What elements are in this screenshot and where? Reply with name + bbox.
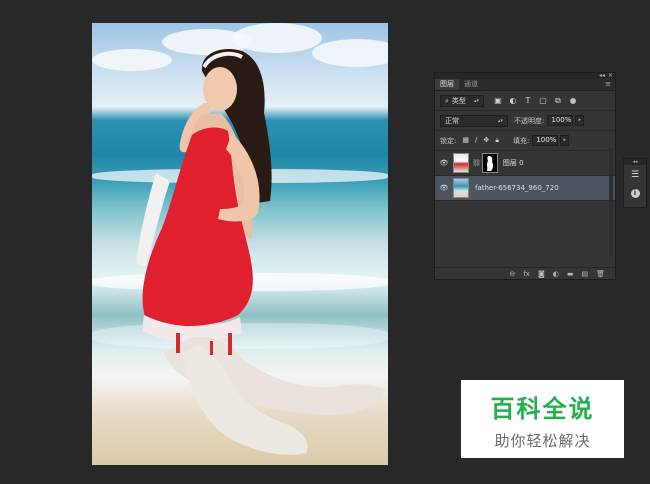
layer-name[interactable]: 图层 0 — [503, 158, 524, 168]
tab-layers[interactable]: 图层 — [435, 79, 459, 90]
layer-mask-thumbnail[interactable] — [481, 153, 498, 173]
filter-row: ⌕ 类型 ▴▾ ▣ ◐ T ▢ ⧉ — [435, 91, 615, 110]
lock-move-icon[interactable]: ✥ — [483, 136, 489, 145]
blend-mode-select[interactable]: 正常 ▴▾ — [440, 114, 508, 127]
watermark: 百科全说 助你轻松解决 — [461, 380, 624, 458]
blend-mode-value: 正常 — [445, 116, 459, 125]
opacity-field[interactable]: 100% — [547, 115, 574, 126]
properties-panel-icon[interactable]: ☰ — [624, 165, 646, 184]
group-icon[interactable]: ▬ — [567, 270, 574, 278]
mask-silhouette — [486, 156, 493, 171]
filter-kind-label: 类型 — [451, 96, 466, 105]
info-panel-icon[interactable]: i — [624, 184, 646, 203]
pixel-filter-icon[interactable]: ▣ — [494, 96, 502, 105]
filter-kind-select[interactable]: ⌕ 类型 ▴▾ — [440, 94, 484, 107]
link-icon[interactable]: ⊖ — [509, 270, 515, 278]
model-figure — [136, 49, 384, 455]
layer-row[interactable]: 👁︎ father-656734_960_720 — [435, 176, 615, 201]
lock-icons: ▦ ∕ ✥ 🔒︎ — [462, 136, 499, 145]
layer-row[interactable]: 👁︎ ⛓︎ 图层 0 — [435, 151, 615, 176]
layer-thumbnail — [453, 178, 469, 198]
lock-row: 锁定: ▦ ∕ ✥ 🔒︎ 填充: 100% ▸ — [435, 131, 615, 150]
mask-icon[interactable]: ◙ — [538, 270, 545, 278]
smart-object-filter-icon[interactable]: ⧉ — [554, 96, 562, 105]
layers-scrollbar[interactable] — [609, 148, 613, 256]
close-icon[interactable]: ✕ — [608, 72, 613, 79]
filter-icons: ▣ ◐ T ▢ ⧉ — [494, 96, 562, 106]
fx-icon[interactable]: fx — [523, 270, 530, 278]
layer-thumbnail — [453, 153, 469, 173]
chevron-down-icon: ▴▾ — [497, 117, 503, 124]
trash-icon[interactable]: 🗑︎ — [596, 270, 605, 278]
panel-menu-icon[interactable]: ≡ — [601, 79, 615, 90]
eye-icon[interactable]: 👁︎ — [435, 184, 453, 192]
opacity-label: 不透明度: — [514, 116, 545, 125]
watermark-tagline: 助你轻松解决 — [494, 432, 591, 450]
lock-transparent-icon[interactable]: ▦ — [462, 136, 469, 145]
fill-label: 填充: — [512, 136, 530, 145]
shape-filter-icon[interactable]: ▢ — [539, 96, 547, 105]
watermark-logo: 百科全说 — [461, 394, 624, 423]
tab-channels[interactable]: 通道 — [459, 79, 483, 90]
panel-footer: ⊖ fx ◙ ◐ ▬ ▤ 🗑︎ — [435, 267, 615, 279]
document-canvas[interactable] — [92, 23, 388, 465]
layers-panel: ◂◂ ✕ 图层 通道 ≡ ⌕ 类型 ▴▾ ▣ ◐ T ▢ ⧉ 正常 ▴▾ 不透明… — [434, 72, 616, 280]
eye-icon[interactable]: 👁︎ — [435, 159, 453, 167]
search-icon: ⌕ — [445, 96, 449, 105]
collapsed-panel-dock: ◂◂ ☰ i — [623, 158, 647, 208]
lock-label: 锁定: — [440, 136, 457, 145]
new-layer-icon[interactable]: ▤ — [581, 270, 588, 278]
layer-name[interactable]: father-656734_960_720 — [475, 184, 559, 192]
blend-row: 正常 ▴▾ 不透明度: 100% ▸ — [435, 111, 615, 130]
lock-paint-icon[interactable]: ∕ — [475, 136, 477, 145]
type-filter-icon[interactable]: T — [524, 96, 532, 105]
lock-all-icon[interactable]: 🔒︎ — [495, 136, 499, 145]
opacity-dropdown[interactable]: ▸ — [575, 115, 585, 126]
panel-tabs: 图层 通道 ≡ — [435, 79, 615, 91]
filter-toggle[interactable] — [570, 97, 576, 104]
adjustment-filter-icon[interactable]: ◐ — [509, 96, 517, 105]
collapse-icon[interactable]: ◂◂ — [599, 72, 605, 79]
fill-field[interactable]: 100% — [532, 135, 559, 146]
fill-dropdown[interactable]: ▸ — [560, 135, 570, 146]
chevron-down-icon: ▴▾ — [473, 97, 479, 104]
chain-link-icon[interactable]: ⛓︎ — [472, 159, 481, 167]
svg-text:百科全说: 百科全说 — [491, 395, 595, 422]
adjustment-icon[interactable]: ◐ — [553, 270, 559, 278]
logo-text-graphic: 百科全说 — [491, 395, 595, 423]
panel-titlebar[interactable]: ◂◂ ✕ — [435, 72, 615, 79]
